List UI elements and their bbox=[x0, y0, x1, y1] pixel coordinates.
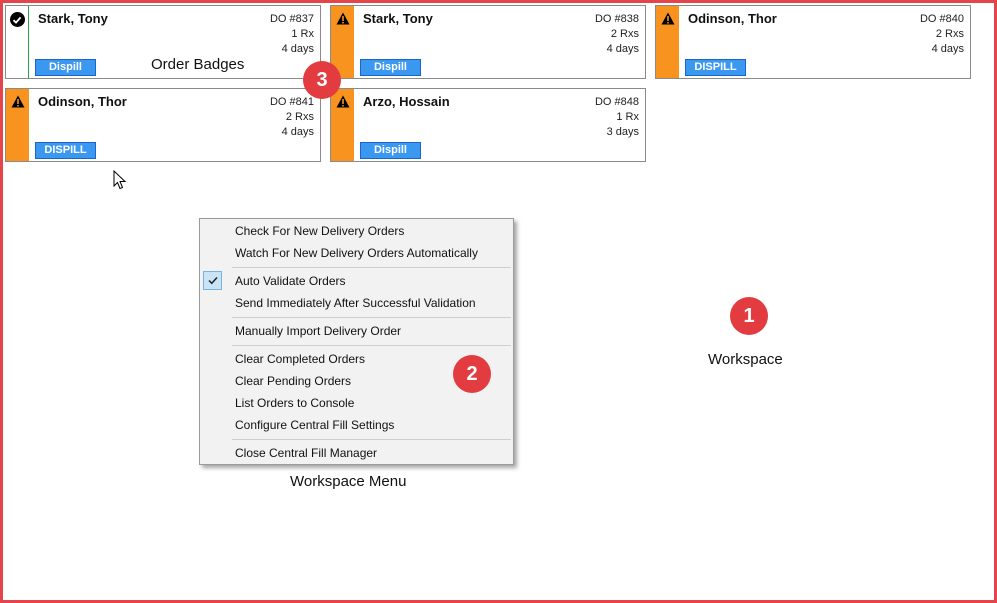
patient-name: Arzo, Hossain bbox=[363, 94, 450, 109]
rx-count: 1 Rx bbox=[291, 28, 314, 40]
order-badge-841[interactable]: Odinson, Thor DO #841 2 Rxs 4 days DISPI… bbox=[5, 88, 321, 162]
warning-icon bbox=[336, 95, 349, 108]
menu-item-check-new-orders[interactable]: Check For New Delivery Orders bbox=[235, 222, 404, 240]
dispill-button[interactable]: Dispill bbox=[35, 59, 96, 76]
menu-item-configure-settings[interactable]: Configure Central Fill Settings bbox=[235, 416, 394, 434]
menu-gutter bbox=[200, 219, 228, 464]
patient-name: Odinson, Thor bbox=[688, 11, 777, 26]
order-badge-848[interactable]: Arzo, Hossain DO #848 1 Rx 3 days Dispil… bbox=[330, 88, 646, 162]
checkmark-icon bbox=[203, 271, 222, 290]
status-strip bbox=[6, 6, 29, 78]
menu-item-clear-completed[interactable]: Clear Completed Orders bbox=[235, 350, 365, 368]
days-count: 3 days bbox=[606, 126, 639, 138]
days-count: 4 days bbox=[931, 43, 964, 55]
order-badge-838[interactable]: Stark, Tony DO #838 2 Rxs 4 days Dispill bbox=[330, 5, 646, 79]
workspace-context-menu: Check For New Delivery Orders Watch For … bbox=[199, 218, 514, 465]
menu-item-close-manager[interactable]: Close Central Fill Manager bbox=[235, 444, 377, 462]
warning-icon bbox=[661, 12, 674, 25]
marker-1: 1 bbox=[730, 297, 768, 335]
menu-item-send-immediately[interactable]: Send Immediately After Successful Valida… bbox=[235, 294, 476, 312]
order-meta: DO #838 2 Rxs 4 days bbox=[595, 12, 639, 57]
menu-separator bbox=[232, 267, 511, 268]
order-number: DO #838 bbox=[594, 13, 639, 25]
dispill-button[interactable]: DISPILL bbox=[35, 142, 96, 159]
warning-icon bbox=[11, 95, 24, 108]
status-strip bbox=[6, 89, 29, 161]
menu-item-auto-validate[interactable]: Auto Validate Orders bbox=[235, 272, 346, 290]
order-meta: DO #840 2 Rxs 4 days bbox=[920, 12, 964, 57]
rx-count: 1 Rx bbox=[616, 111, 639, 123]
order-meta: DO #841 2 Rxs 4 days bbox=[270, 95, 314, 140]
order-meta: DO #848 1 Rx 3 days bbox=[595, 95, 639, 140]
workspace-annotation: Workspace bbox=[708, 351, 783, 368]
menu-separator bbox=[232, 317, 511, 318]
status-strip bbox=[331, 89, 354, 161]
patient-name: Stark, Tony bbox=[38, 11, 108, 26]
status-strip bbox=[656, 6, 679, 78]
marker-3: 3 bbox=[303, 61, 341, 99]
menu-item-list-orders[interactable]: List Orders to Console bbox=[235, 394, 354, 412]
check-circle-icon bbox=[9, 12, 25, 27]
order-number: DO #840 bbox=[919, 13, 964, 25]
warning-icon bbox=[336, 12, 349, 25]
order-badges-annotation: Order Badges bbox=[151, 56, 245, 73]
mouse-cursor-icon bbox=[113, 170, 127, 190]
menu-separator bbox=[232, 439, 511, 440]
days-count: 4 days bbox=[281, 43, 314, 55]
order-badge-840[interactable]: Odinson, Thor DO #840 2 Rxs 4 days DISPI… bbox=[655, 5, 971, 79]
menu-item-watch-orders[interactable]: Watch For New Delivery Orders Automatica… bbox=[235, 244, 478, 262]
patient-name: Odinson, Thor bbox=[38, 94, 127, 109]
order-number: DO #837 bbox=[269, 13, 314, 25]
menu-item-manual-import[interactable]: Manually Import Delivery Order bbox=[235, 322, 401, 340]
order-number: DO #841 bbox=[269, 96, 314, 108]
menu-item-clear-pending[interactable]: Clear Pending Orders bbox=[235, 372, 351, 390]
order-meta: DO #837 1 Rx 4 days bbox=[270, 12, 314, 57]
order-number: DO #848 bbox=[594, 96, 639, 108]
dispill-button[interactable]: Dispill bbox=[360, 59, 421, 76]
days-count: 4 days bbox=[606, 43, 639, 55]
marker-2: 2 bbox=[453, 355, 491, 393]
dispill-button[interactable]: Dispill bbox=[360, 142, 421, 159]
patient-name: Stark, Tony bbox=[363, 11, 433, 26]
rx-count: 2 Rxs bbox=[285, 111, 314, 123]
workspace-menu-annotation: Workspace Menu bbox=[290, 473, 407, 490]
dispill-button[interactable]: DISPILL bbox=[685, 59, 746, 76]
days-count: 4 days bbox=[281, 126, 314, 138]
menu-separator bbox=[232, 345, 511, 346]
rx-count: 2 Rxs bbox=[935, 28, 964, 40]
rx-count: 2 Rxs bbox=[610, 28, 639, 40]
